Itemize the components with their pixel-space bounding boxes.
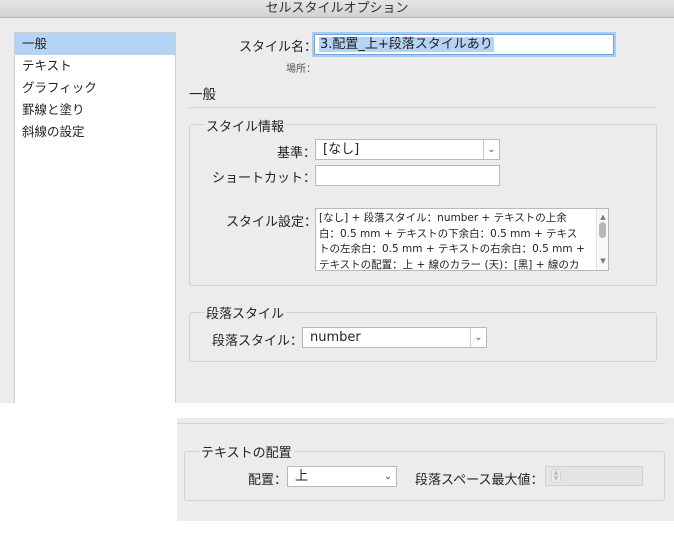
sidebar-item-strokes-fills[interactable]: 罫線と塗り <box>15 99 175 121</box>
sidebar-item-text[interactable]: テキスト <box>15 55 175 77</box>
max-paragraph-spacing-input[interactable]: ▲ ▼ <box>545 466 643 486</box>
paragraph-style-select[interactable]: number ⌄ <box>302 327 487 348</box>
text-alignment-title: テキストの配置 <box>199 442 294 461</box>
style-settings-text: [なし] + 段落スタイル：number + テキストの上余白：0.5 mm +… <box>319 212 585 271</box>
base-select-value: [なし] <box>323 142 360 157</box>
location-label: 場所： <box>286 64 316 75</box>
general-section-title: 一般 <box>189 87 216 103</box>
dialog-window: 一般 テキスト グラフィック 罫線と塗り 斜線の設定 スタイル名： 3.配置_上… <box>0 18 674 403</box>
text-alignment-panel: テキストの配置 配置： 上 ⌄ 段落スペース最大値： ▲ ▼ <box>177 418 674 521</box>
style-info-title: スタイル情報 <box>204 116 287 135</box>
chevron-down-icon: ⌄ <box>383 471 393 482</box>
chevron-down-icon: ⌄ <box>483 140 499 159</box>
alignment-label: 配置： <box>248 473 288 488</box>
panel-top-border <box>177 423 665 424</box>
max-paragraph-spacing-label: 段落スペース最大値： <box>415 473 544 488</box>
scroll-thumb[interactable] <box>599 222 606 238</box>
style-name-input[interactable]: 3.配置_上+段落スタイルあり <box>314 34 614 55</box>
window-title: セルスタイルオプション <box>0 0 674 18</box>
style-name-value: 3.配置_上+段落スタイルあり <box>319 37 494 52</box>
alignment-select[interactable]: 上 ⌄ <box>287 466 397 487</box>
sidebar-item-general[interactable]: 一般 <box>15 33 175 55</box>
alignment-select-value: 上 <box>295 469 309 484</box>
shortcut-label: ショートカット： <box>212 171 317 186</box>
style-settings-label: スタイル設定： <box>226 215 318 230</box>
base-label: 基準： <box>277 146 317 161</box>
paragraph-style-value: number <box>310 330 361 345</box>
stepper-arrows-icon[interactable]: ▲ ▼ <box>551 469 561 483</box>
style-name-label: スタイル名： <box>239 40 318 55</box>
style-settings-scrollbar[interactable]: ▲ ▼ <box>596 209 608 270</box>
sidebar-item-diagonal-lines[interactable]: 斜線の設定 <box>15 121 175 143</box>
sidebar: 一般 テキスト グラフィック 罫線と塗り 斜線の設定 <box>14 32 176 403</box>
base-select[interactable]: [なし] ⌄ <box>315 139 500 160</box>
paragraph-style-label: 段落スタイル： <box>212 334 304 349</box>
chevron-down-icon: ⌄ <box>470 328 486 347</box>
style-settings-textarea[interactable]: [なし] + 段落スタイル：number + テキストの上余白：0.5 mm +… <box>315 208 609 271</box>
scroll-down-icon[interactable]: ▼ <box>597 254 608 270</box>
sidebar-item-graphic[interactable]: グラフィック <box>15 77 175 99</box>
shortcut-input[interactable] <box>315 165 500 186</box>
paragraph-style-title: 段落スタイル <box>204 303 287 322</box>
general-divider <box>189 107 657 108</box>
